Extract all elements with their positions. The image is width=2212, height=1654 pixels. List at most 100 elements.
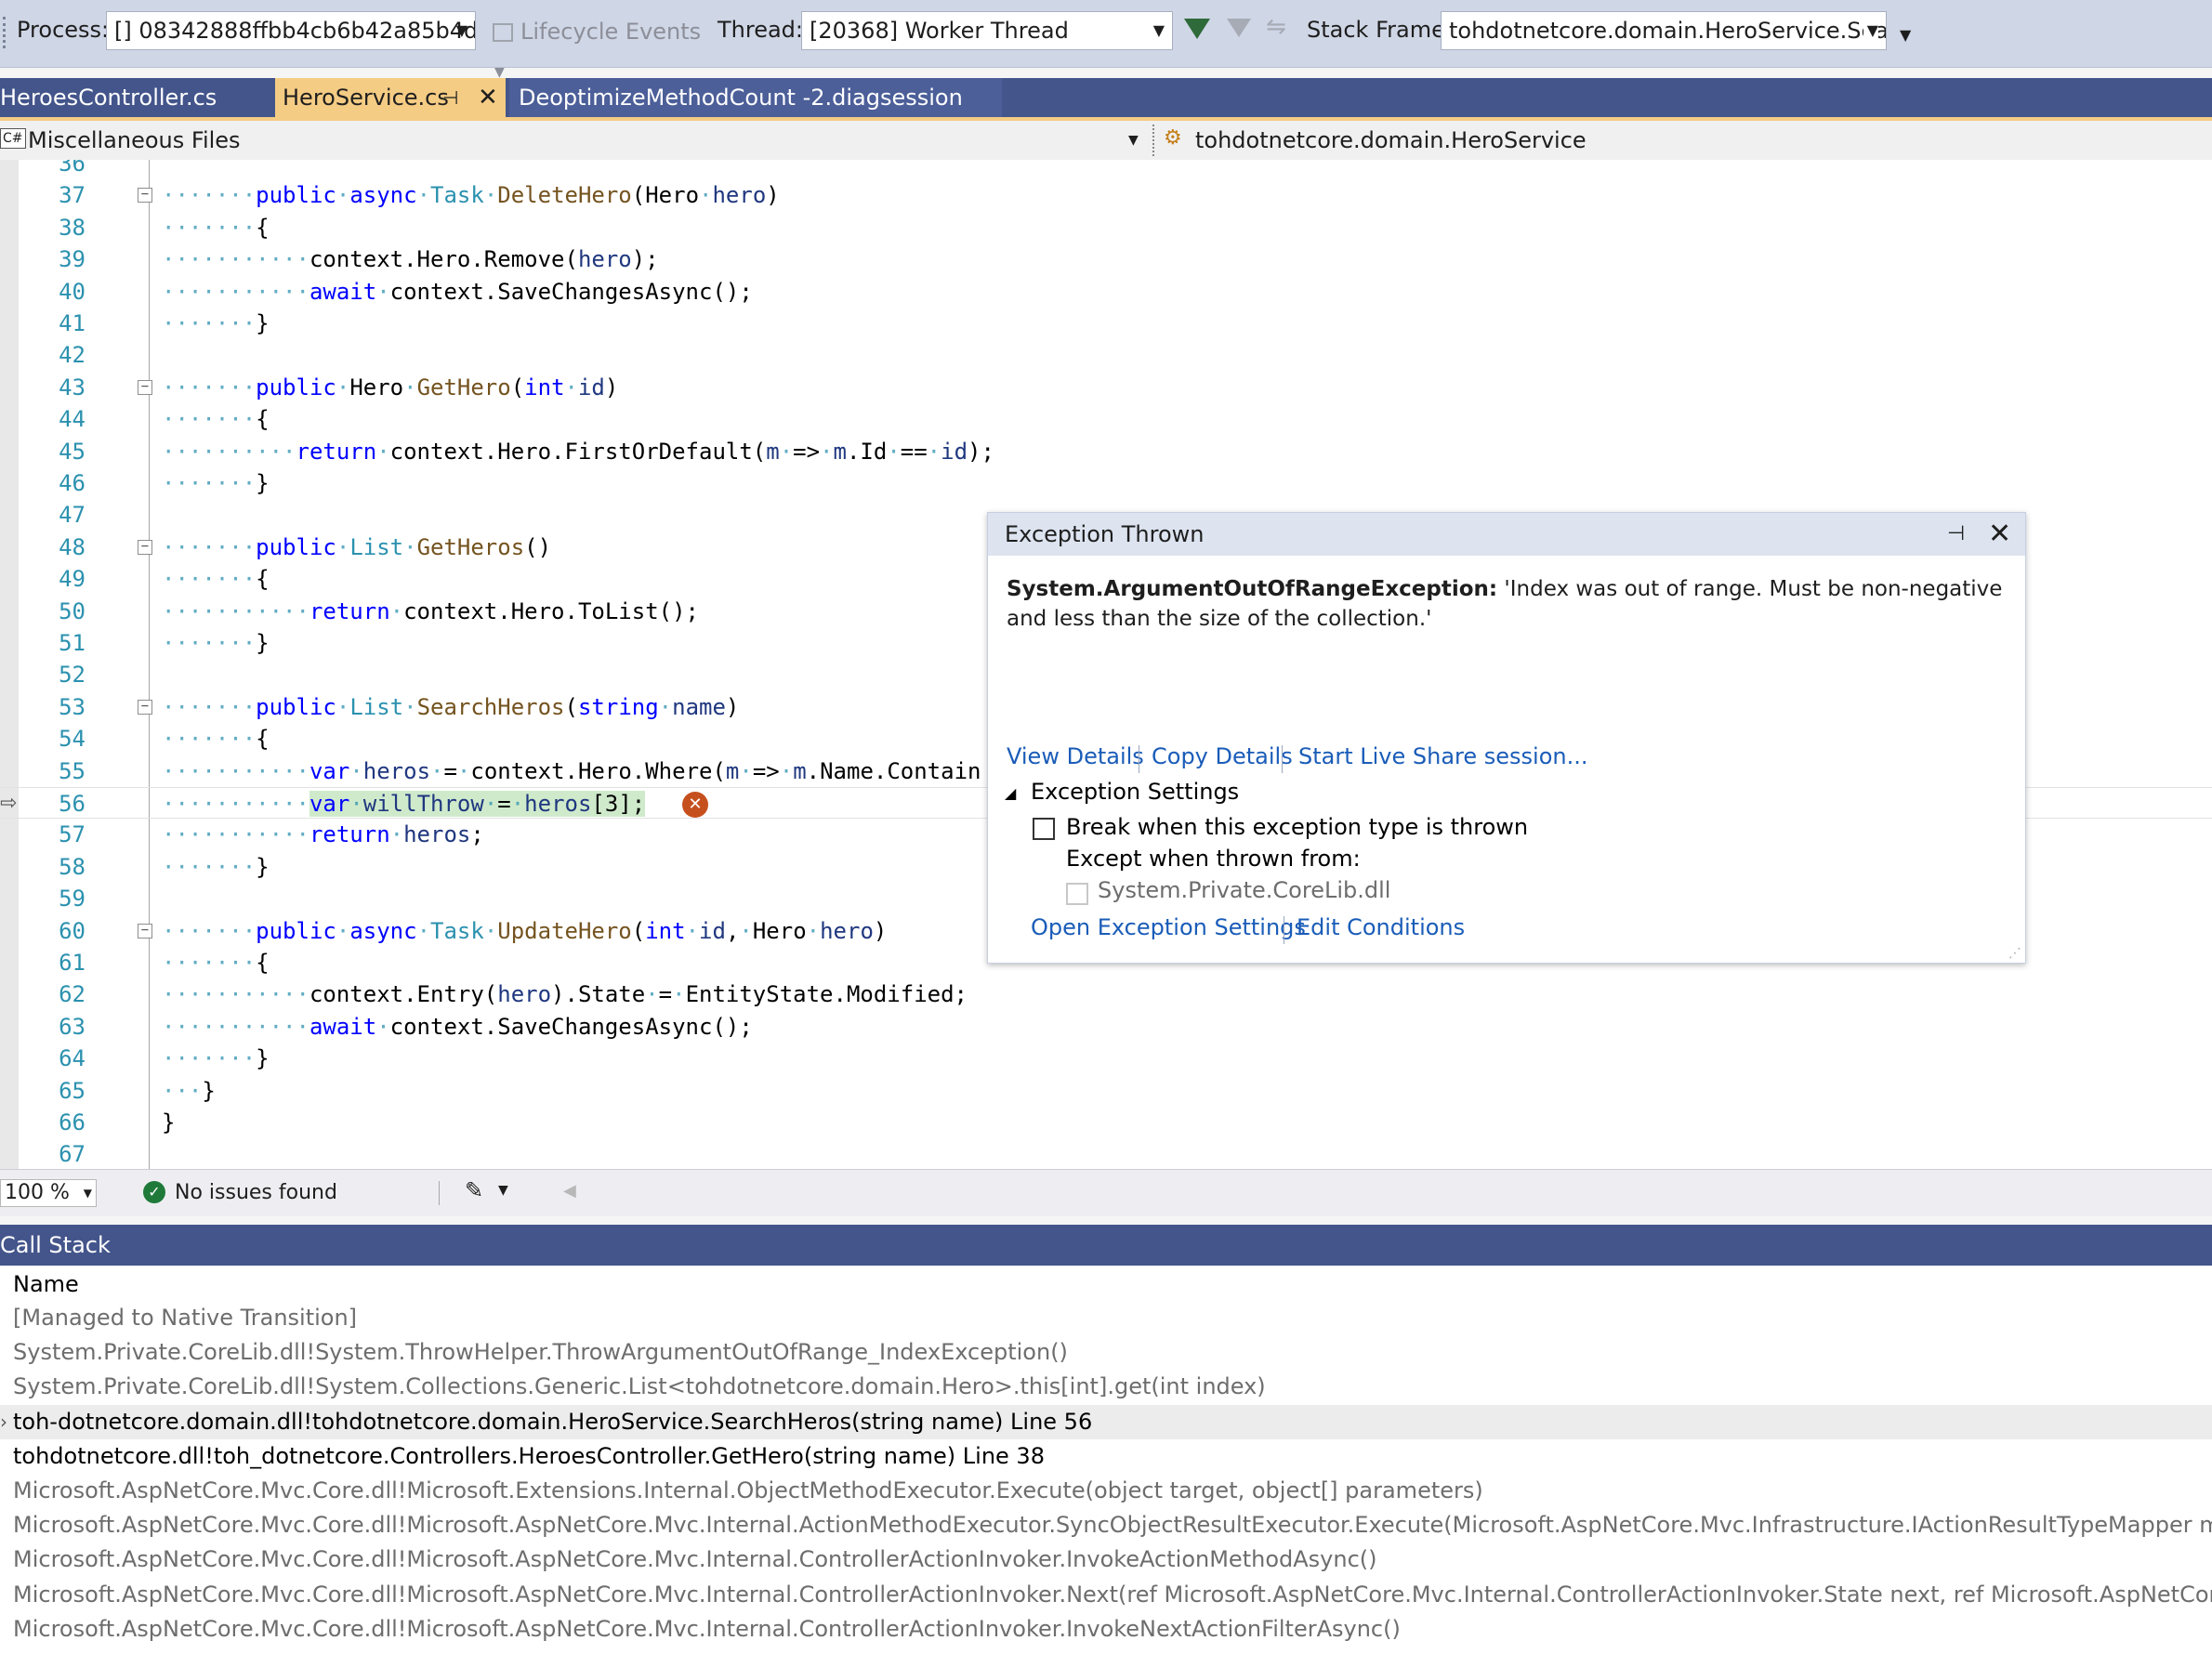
- code-cleanup-icon[interactable]: ✎: [465, 1177, 483, 1203]
- module-checkbox[interactable]: [1066, 883, 1088, 905]
- live-share-link[interactable]: Start Live Share session...: [1298, 743, 1588, 769]
- line-number: 61: [59, 950, 86, 976]
- call-stack-row[interactable]: [Managed to Native Transition]: [13, 1303, 357, 1335]
- call-stack-row[interactable]: toh-dotnetcore.domain.dll!tohdotnetcore.…: [13, 1405, 1092, 1439]
- navbar-splitter: [1152, 125, 1157, 156]
- edit-conditions-link[interactable]: Edit Conditions: [1297, 914, 1465, 940]
- code-line[interactable]: 43 − ·······public·Hero·GetHero(int·id): [0, 372, 2212, 403]
- code-line[interactable]: 40 ···········await·context.SaveChangesAs…: [0, 276, 2212, 308]
- code-line[interactable]: 41 ·······}: [0, 308, 2212, 339]
- call-stack-row[interactable]: Microsoft.AspNetCore.Mvc.Core.dll!Micros…: [13, 1508, 2212, 1542]
- collapse-icon[interactable]: −: [138, 923, 152, 939]
- chevron-down-icon[interactable]: ▼: [498, 1183, 508, 1198]
- code-text: }: [162, 1109, 176, 1135]
- line-number: 44: [59, 406, 86, 433]
- line-number: 56: [59, 791, 86, 817]
- navigation-bar: C# Miscellaneous Files ▼ ⚙ tohdotnetcore…: [0, 121, 2212, 161]
- exception-settings-header[interactable]: Exception Settings: [1031, 779, 1239, 805]
- lifecycle-label: Lifecycle Events: [520, 19, 702, 45]
- view-details-link[interactable]: View Details: [1007, 743, 1144, 769]
- thread-dropdown[interactable]: [20368] Worker Thread ▼: [801, 11, 1173, 50]
- code-line[interactable]: 63 ···········await·context.SaveChangesAs…: [0, 1011, 2212, 1043]
- chevron-down-icon: ▼: [1128, 133, 1139, 148]
- debug-location-toolbar: Process: [] 08342888ffbb4cb6b42a85b4d86 …: [0, 0, 2212, 80]
- error-glyph-icon[interactable]: ✕: [682, 792, 708, 818]
- code-line[interactable]: 44 ·······{: [0, 403, 2212, 435]
- pin-icon[interactable]: ⊣: [1947, 513, 1965, 556]
- call-stack-row[interactable]: Microsoft.AspNetCore.Mvc.Core.dll!Micros…: [13, 1612, 1401, 1647]
- code-line[interactable]: 36: [0, 160, 2212, 179]
- copy-details-link[interactable]: Copy Details: [1152, 743, 1293, 769]
- line-number: 57: [59, 821, 86, 848]
- collapse-icon[interactable]: −: [138, 379, 152, 395]
- call-stack-row[interactable]: Microsoft.AspNetCore.Mvc.Core.dll!Micros…: [13, 1474, 1483, 1508]
- call-stack-row[interactable]: Microsoft.AspNetCore.Mvc.Core.dll!Micros…: [13, 1578, 2212, 1612]
- zoom-dropdown[interactable]: 100 % ▼: [0, 1179, 97, 1207]
- lifecycle-events-dropdown[interactable]: Lifecycle Events ▼: [487, 13, 725, 80]
- type-dropdown[interactable]: ⚙ tohdotnetcore.domain.HeroService: [1160, 125, 2210, 156]
- line-number: 64: [59, 1045, 86, 1072]
- call-stack-list[interactable]: [Managed to Native Transition] System.Pri…: [0, 1303, 2212, 1654]
- module-label: System.Private.CoreLib.dll: [1098, 877, 1391, 903]
- call-stack-column-header[interactable]: Name: [0, 1266, 2212, 1304]
- call-stack-row[interactable]: System.Private.CoreLib.dll!System.Collec…: [13, 1370, 1266, 1404]
- collapse-icon[interactable]: −: [138, 539, 152, 555]
- line-number: 58: [59, 853, 86, 880]
- thread-label: Thread:: [718, 17, 804, 43]
- stackframe-label: Stack Frame:: [1307, 17, 1453, 43]
- expand-triangle-icon[interactable]: ◢: [1005, 784, 1016, 802]
- column-name: Name: [13, 1271, 79, 1297]
- stackframe-dropdown[interactable]: tohdotnetcore.domain.HeroService.Search …: [1441, 11, 1887, 50]
- code-line[interactable]: 67: [0, 1138, 2212, 1169]
- collapse-icon[interactable]: −: [138, 188, 152, 203]
- break-when-thrown-label[interactable]: Break when this exception type is thrown: [1066, 814, 1528, 840]
- tab-heroescontroller[interactable]: HeroesController.cs: [0, 78, 275, 117]
- exception-helper: Exception Thrown ⊣ ✕ System.ArgumentOutO…: [987, 512, 2026, 964]
- code-line[interactable]: 37 − ·······public·async·Task·DeleteHero(H…: [0, 179, 2212, 211]
- code-text: ···········context.Entry(hero).State·=·E…: [162, 981, 968, 1008]
- call-stack-row[interactable]: System.Private.CoreLib.dll!System.ThrowH…: [13, 1335, 1068, 1370]
- close-icon[interactable]: ✕: [1988, 513, 2011, 556]
- code-text: ·······}: [162, 1045, 270, 1072]
- code-text: ·······public·async·Task·UpdateHero(int·…: [162, 917, 888, 944]
- call-stack-row[interactable]: Microsoft.AspNetCore.Mvc.Core.dll!Micros…: [13, 1542, 1377, 1577]
- process-dropdown[interactable]: [] 08342888ffbb4cb6b42a85b4d86 ▼: [106, 11, 476, 50]
- project-dropdown[interactable]: C# Miscellaneous Files ▼: [0, 125, 1149, 156]
- toolbar-overflow-icon[interactable]: ▼: [1900, 26, 1911, 44]
- code-line[interactable]: 64 ·······}: [0, 1043, 2212, 1074]
- code-line[interactable]: 38 ·······{: [0, 212, 2212, 243]
- code-line[interactable]: 45 ··········return·context.Hero.FirstOrD…: [0, 436, 2212, 467]
- filter-disabled-icon[interactable]: [1227, 19, 1251, 37]
- scroll-left-icon[interactable]: ◀: [563, 1181, 576, 1201]
- line-number: 50: [59, 597, 86, 624]
- tab-heroservice[interactable]: HeroService.cs ⊣ ✕: [275, 78, 506, 117]
- editor-status-bar: 100 % ▼ ✓ No issues found ✎ ▼ ◀: [0, 1169, 2212, 1216]
- code-line[interactable]: 46 ·······}: [0, 467, 2212, 499]
- code-line[interactable]: 66}: [0, 1107, 2212, 1138]
- issues-status[interactable]: No issues found: [175, 1170, 337, 1216]
- code-text: ·······}: [162, 630, 270, 656]
- code-line[interactable]: 62 ···········context.Entry(hero).State·=…: [0, 978, 2212, 1010]
- open-exception-settings-link[interactable]: Open Exception Settings: [1031, 914, 1306, 940]
- code-line[interactable]: 39 ···········context.Hero.Remove(hero);: [0, 243, 2212, 275]
- zoom-value: 100 %: [5, 1181, 70, 1204]
- filter-icon[interactable]: [1184, 19, 1210, 39]
- close-icon[interactable]: ✕: [478, 78, 498, 117]
- line-number: 60: [59, 917, 86, 944]
- line-number: 43: [59, 374, 86, 400]
- code-line[interactable]: 65 ···}: [0, 1075, 2212, 1107]
- tab-diagsession[interactable]: DeoptimizeMethodCount -2.diagsession: [509, 78, 1002, 117]
- resize-grip-icon[interactable]: ⋰: [2008, 946, 2021, 961]
- separator: [439, 1181, 440, 1205]
- toolbar-grip[interactable]: [3, 17, 9, 48]
- break-when-thrown-checkbox[interactable]: [1033, 818, 1055, 840]
- tab-label: HeroService.cs: [283, 85, 449, 111]
- collapse-icon[interactable]: −: [138, 699, 152, 715]
- tab-label: DeoptimizeMethodCount -2.diagsession: [519, 85, 963, 111]
- line-number: 52: [59, 662, 86, 689]
- current-frame-arrow-icon: ›: [0, 1410, 7, 1433]
- pin-icon[interactable]: ⊣: [442, 78, 458, 117]
- call-stack-row[interactable]: tohdotnetcore.dll!toh_dotnetcore.Control…: [13, 1439, 1045, 1474]
- code-line[interactable]: 42: [0, 339, 2212, 371]
- flag-threads-icon[interactable]: ⇋: [1266, 13, 1286, 41]
